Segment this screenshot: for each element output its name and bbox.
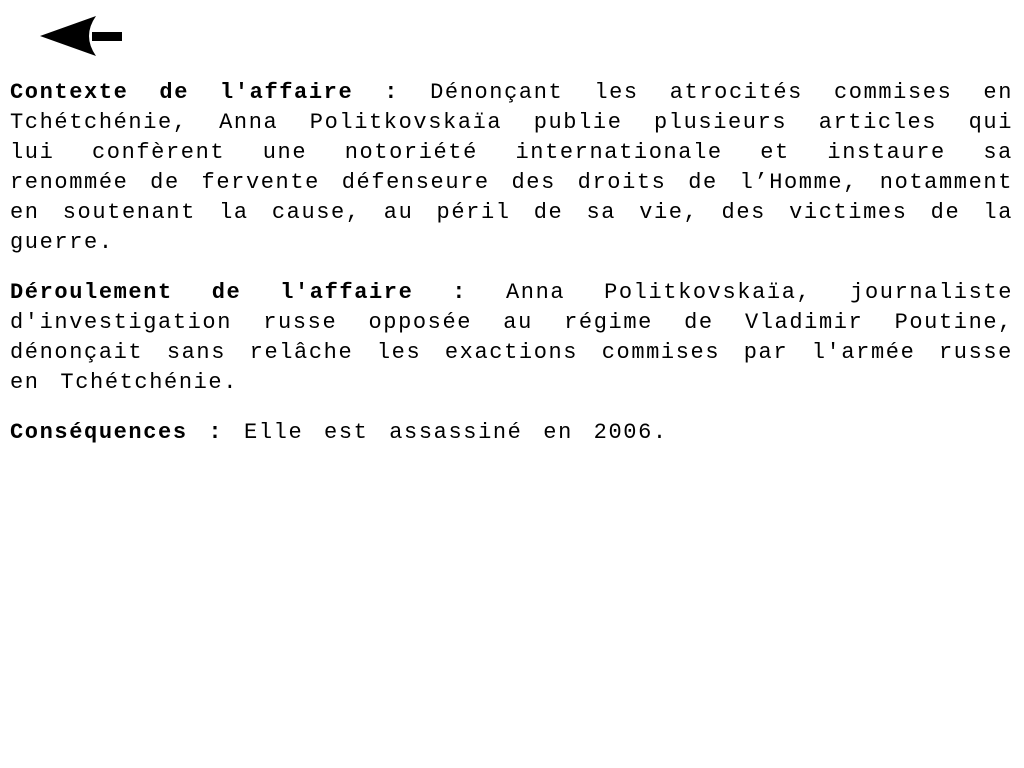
context-heading: Contexte de l'affaire : <box>10 80 400 105</box>
consequences-text: Elle est assassiné en 2006. <box>223 420 668 445</box>
consequences-paragraph: Conséquences : Elle est assassiné en 200… <box>10 418 1013 448</box>
arrow-left-icon <box>40 16 122 56</box>
back-button[interactable] <box>38 14 124 58</box>
article-content: Contexte de l'affaire : Dénonçant les at… <box>10 78 1013 468</box>
context-text: Dénonçant les atrocités commises en Tché… <box>10 80 1013 255</box>
context-paragraph: Contexte de l'affaire : Dénonçant les at… <box>10 78 1013 258</box>
progress-paragraph: Déroulement de l'affaire : Anna Politkov… <box>10 278 1013 398</box>
progress-heading: Déroulement de l'affaire : <box>10 280 468 305</box>
consequences-heading: Conséquences : <box>10 420 224 445</box>
